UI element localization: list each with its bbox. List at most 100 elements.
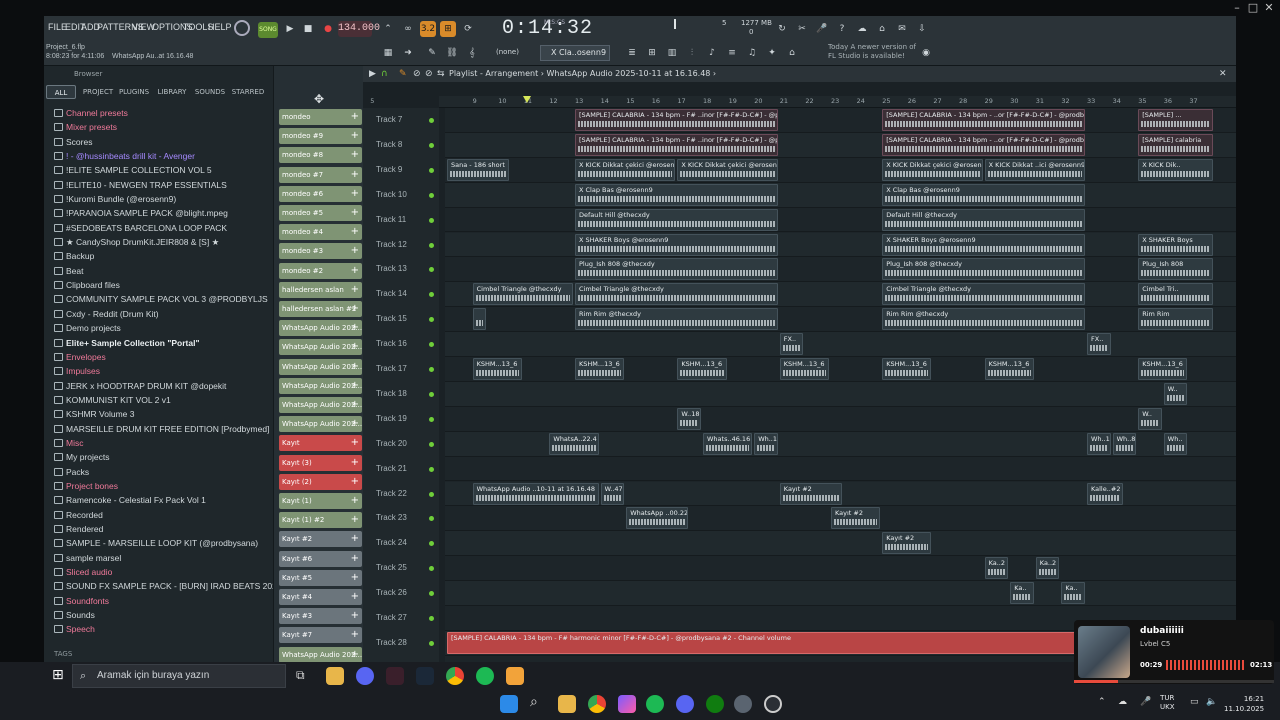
channel-plus-icon[interactable]: + bbox=[351, 320, 359, 336]
search-taskbar-icon[interactable]: ⌕ bbox=[530, 694, 538, 710]
track-label[interactable]: Track 14 bbox=[376, 289, 407, 298]
master-volume-knob[interactable] bbox=[674, 19, 676, 29]
audio-clip[interactable]: [SAMPLE] ... bbox=[1138, 109, 1213, 131]
maximize-icon[interactable]: □ bbox=[1246, 1, 1260, 15]
channel-plus-icon[interactable]: + bbox=[351, 416, 359, 432]
channel-button[interactable]: mondeo #6 + bbox=[279, 185, 362, 202]
track-enable-led[interactable] bbox=[429, 292, 434, 298]
channel-button[interactable]: mondeo #8 + bbox=[279, 147, 362, 164]
minimize-icon[interactable]: – bbox=[1230, 1, 1244, 15]
arrangement-grid[interactable]: [SAMPLE] CALABRIA - 134 bpm - F# ..inor … bbox=[445, 108, 1236, 662]
track-lane[interactable] bbox=[445, 581, 1236, 606]
discord-icon[interactable] bbox=[356, 667, 374, 685]
progress-bar[interactable] bbox=[1074, 680, 1274, 683]
mic-tray-icon[interactable]: 🎤 bbox=[1140, 697, 1151, 707]
refresh-icon[interactable]: ↻ bbox=[774, 21, 790, 37]
track-lane[interactable] bbox=[445, 407, 1236, 432]
audio-clip[interactable]: X KICK Dik.. bbox=[1138, 158, 1213, 181]
channel-button[interactable]: Kayıt #7 + bbox=[279, 627, 362, 644]
track-lane[interactable] bbox=[445, 208, 1236, 233]
track-enable-led[interactable] bbox=[429, 317, 434, 323]
track-lane[interactable] bbox=[445, 257, 1236, 283]
magnet-icon[interactable]: ∩ bbox=[381, 69, 388, 79]
channel-button[interactable]: mondeo #4 + bbox=[279, 224, 362, 241]
track-enable-led[interactable] bbox=[429, 167, 434, 173]
browser-item[interactable]: JERK x HOODTRAP DRUM KIT @dopekit bbox=[44, 379, 273, 393]
download-icon[interactable]: ⇩ bbox=[914, 21, 930, 37]
channel-plus-icon[interactable]: + bbox=[351, 627, 359, 643]
audio-clip[interactable]: FX.. bbox=[779, 333, 804, 356]
close-icon[interactable]: ✕ bbox=[1262, 1, 1276, 15]
audio-clip[interactable]: [SAMPLE] calabria bbox=[1138, 133, 1213, 156]
audio-clip[interactable]: Cimbel Triangle @thecxdy bbox=[472, 283, 573, 306]
track-enable-led[interactable] bbox=[429, 616, 434, 621]
channel-rack-icon[interactable]: ⊞ bbox=[644, 45, 660, 61]
channel-button[interactable]: mondeo #3 + bbox=[279, 243, 362, 260]
track-enable-led[interactable] bbox=[429, 491, 434, 497]
track-enable-led[interactable] bbox=[429, 566, 434, 572]
browser-item[interactable]: Scores bbox=[44, 135, 273, 149]
channel-plus-icon[interactable]: + bbox=[351, 551, 359, 567]
browser-item[interactable]: Elite+ Sample Collection "Portal" bbox=[44, 336, 273, 350]
globe-icon[interactable]: ◉ bbox=[918, 45, 934, 61]
audio-clip[interactable]: Wh..18 bbox=[754, 432, 778, 455]
audio-clip[interactable]: Whats..46.16 bbox=[703, 432, 753, 455]
audio-clip[interactable]: Wh..8 bbox=[1112, 432, 1137, 455]
track-label[interactable]: Track 15 bbox=[376, 314, 407, 323]
track-lane[interactable] bbox=[445, 381, 1236, 407]
channel-plus-icon[interactable]: + bbox=[351, 282, 359, 298]
settings-icon[interactable] bbox=[734, 695, 752, 713]
browser-item[interactable]: Clipboard files bbox=[44, 278, 273, 292]
audio-clip[interactable]: Default Hill @thecxdy bbox=[575, 208, 778, 231]
channel-plus-icon[interactable]: + bbox=[351, 589, 359, 605]
track-lane[interactable] bbox=[445, 556, 1236, 582]
audio-clip[interactable]: X Clap Bas @erosenn9 bbox=[575, 183, 778, 206]
browser-icon[interactable]: ≡ bbox=[724, 45, 740, 61]
channel-button[interactable]: WhatsApp Audio 202... + bbox=[279, 377, 362, 394]
audio-clip[interactable]: Sana - 186 short bbox=[447, 158, 509, 181]
channel-button[interactable]: Kayıt (1) #2 + bbox=[279, 512, 362, 529]
track-lane[interactable] bbox=[445, 357, 1236, 382]
channel-plus-icon[interactable]: + bbox=[351, 128, 359, 144]
audio-clip[interactable]: W..47 bbox=[600, 482, 625, 505]
tray-chevron-icon[interactable]: ⌃ bbox=[1098, 697, 1106, 707]
track-enable-led[interactable] bbox=[429, 118, 434, 123]
channel-plus-icon[interactable]: + bbox=[351, 435, 359, 451]
audio-clip[interactable]: Plug_Ish 808 @thecxdy bbox=[882, 258, 1085, 281]
audio-clip[interactable]: Kayıt #2 bbox=[779, 482, 842, 505]
channel-button[interactable]: mondeo #7 + bbox=[279, 166, 362, 183]
help-icon[interactable]: ? bbox=[834, 21, 850, 37]
chrome-taskbar-icon[interactable] bbox=[588, 695, 606, 713]
microphone-icon[interactable]: 🎤 bbox=[814, 21, 830, 37]
channel-plus-icon[interactable]: + bbox=[351, 493, 359, 509]
mixer-icon[interactable]: ≣ bbox=[624, 45, 640, 61]
audio-clip[interactable]: KSHM...13_6 bbox=[984, 358, 1034, 380]
wait-icon[interactable]: ∞ bbox=[400, 21, 416, 37]
track-enable-led[interactable] bbox=[429, 640, 434, 646]
clock[interactable]: 16:21 11.10.2025 bbox=[1224, 694, 1264, 714]
browser-item[interactable]: Ramencoke - Celestial Fx Pack Vol 1 bbox=[44, 493, 273, 507]
onedrive-icon[interactable]: ☁ bbox=[1118, 697, 1127, 707]
audio-clip[interactable]: Ka..2 bbox=[984, 557, 1009, 580]
cart-icon[interactable]: ⌂ bbox=[784, 45, 800, 61]
channel-plus-icon[interactable]: + bbox=[351, 167, 359, 183]
track-enable-led[interactable] bbox=[429, 267, 434, 273]
audio-clip[interactable]: WhatsA..22.4 bbox=[549, 432, 599, 455]
audio-clip[interactable]: X SHAKER Boys @erosenn9 bbox=[575, 233, 778, 256]
audio-clip[interactable]: W..18 bbox=[677, 407, 701, 430]
channel-plus-icon[interactable]: + bbox=[351, 263, 359, 279]
audio-clip[interactable]: Cimbel Triangle @thecxdy bbox=[882, 283, 1085, 306]
piano-icon[interactable]: 𝄞 bbox=[464, 45, 480, 61]
browser-item[interactable]: Misc bbox=[44, 436, 273, 450]
track-lane[interactable] bbox=[445, 531, 1236, 557]
browser-item[interactable]: Mixer presets bbox=[44, 120, 273, 134]
track-enable-led[interactable] bbox=[429, 591, 434, 597]
windows-logo-icon[interactable] bbox=[500, 695, 518, 713]
browser-tab-library[interactable]: LIBRARY bbox=[156, 85, 188, 99]
browser-tab-sounds[interactable]: SOUNDS bbox=[194, 85, 226, 99]
move-icon[interactable]: ✥ bbox=[314, 92, 324, 106]
channel-plus-icon[interactable]: + bbox=[351, 186, 359, 202]
audio-clip[interactable]: Kalle..#2 bbox=[1087, 482, 1124, 505]
track-label[interactable]: Track 24 bbox=[376, 538, 407, 547]
network-icon[interactable]: ▭ bbox=[1190, 697, 1199, 707]
